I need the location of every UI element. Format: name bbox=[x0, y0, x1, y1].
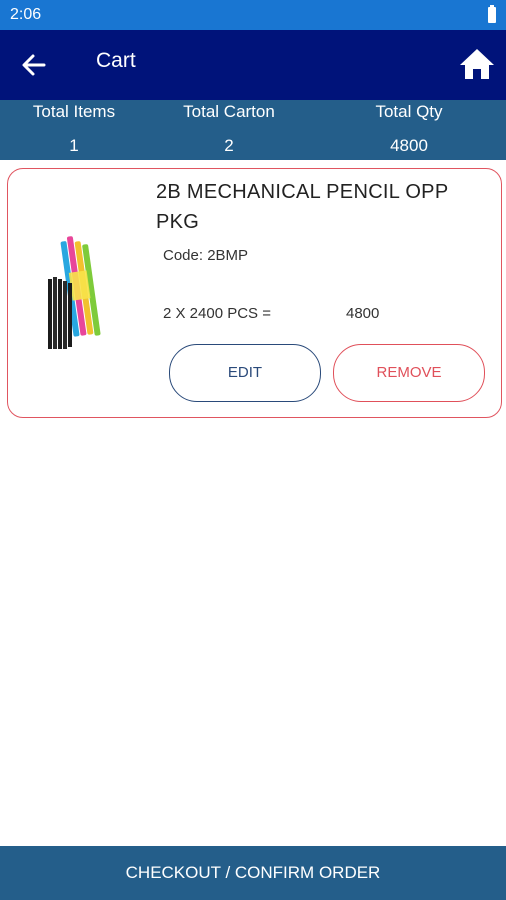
status-time: 2:06 bbox=[10, 6, 42, 23]
total-carton-value: 2 bbox=[224, 136, 234, 155]
quantity-total: 4800 bbox=[346, 305, 380, 322]
app-bar: Cart bbox=[0, 30, 506, 100]
product-name: 2B MECHANICAL PENCIL OPP PKG bbox=[156, 181, 449, 233]
status-bar: 2:06 bbox=[0, 0, 506, 30]
total-qty-value: 4800 bbox=[390, 136, 428, 155]
page-title: Cart bbox=[96, 49, 136, 72]
home-button[interactable] bbox=[458, 46, 496, 82]
cart-item-card: 2B MECHANICAL PENCIL OPP PKG Code: 2BMP … bbox=[7, 168, 502, 418]
remove-button[interactable]: REMOVE bbox=[333, 344, 485, 402]
product-code: Code: 2BMP bbox=[163, 247, 249, 264]
total-qty: Total Qty 4800 bbox=[349, 100, 469, 160]
total-carton-label: Total Carton bbox=[183, 102, 275, 121]
total-items: Total Items 1 bbox=[14, 100, 134, 160]
checkout-button[interactable]: CHECKOUT / CONFIRM ORDER bbox=[0, 846, 506, 900]
total-items-value: 1 bbox=[69, 136, 79, 155]
back-button[interactable] bbox=[18, 50, 50, 80]
quantity-formula: 2 X 2400 PCS = bbox=[163, 305, 271, 322]
cart-summary: Total Items 1 Total Carton 2 Total Qty 4… bbox=[0, 100, 506, 160]
total-items-label: Total Items bbox=[32, 102, 116, 121]
arrow-left-icon bbox=[22, 54, 46, 76]
edit-button[interactable]: EDIT bbox=[169, 344, 321, 402]
product-image bbox=[44, 235, 114, 355]
total-qty-label: Total Qty bbox=[375, 102, 443, 121]
total-carton: Total Carton 2 bbox=[164, 100, 294, 160]
battery-icon bbox=[488, 5, 496, 23]
home-icon bbox=[460, 49, 494, 79]
